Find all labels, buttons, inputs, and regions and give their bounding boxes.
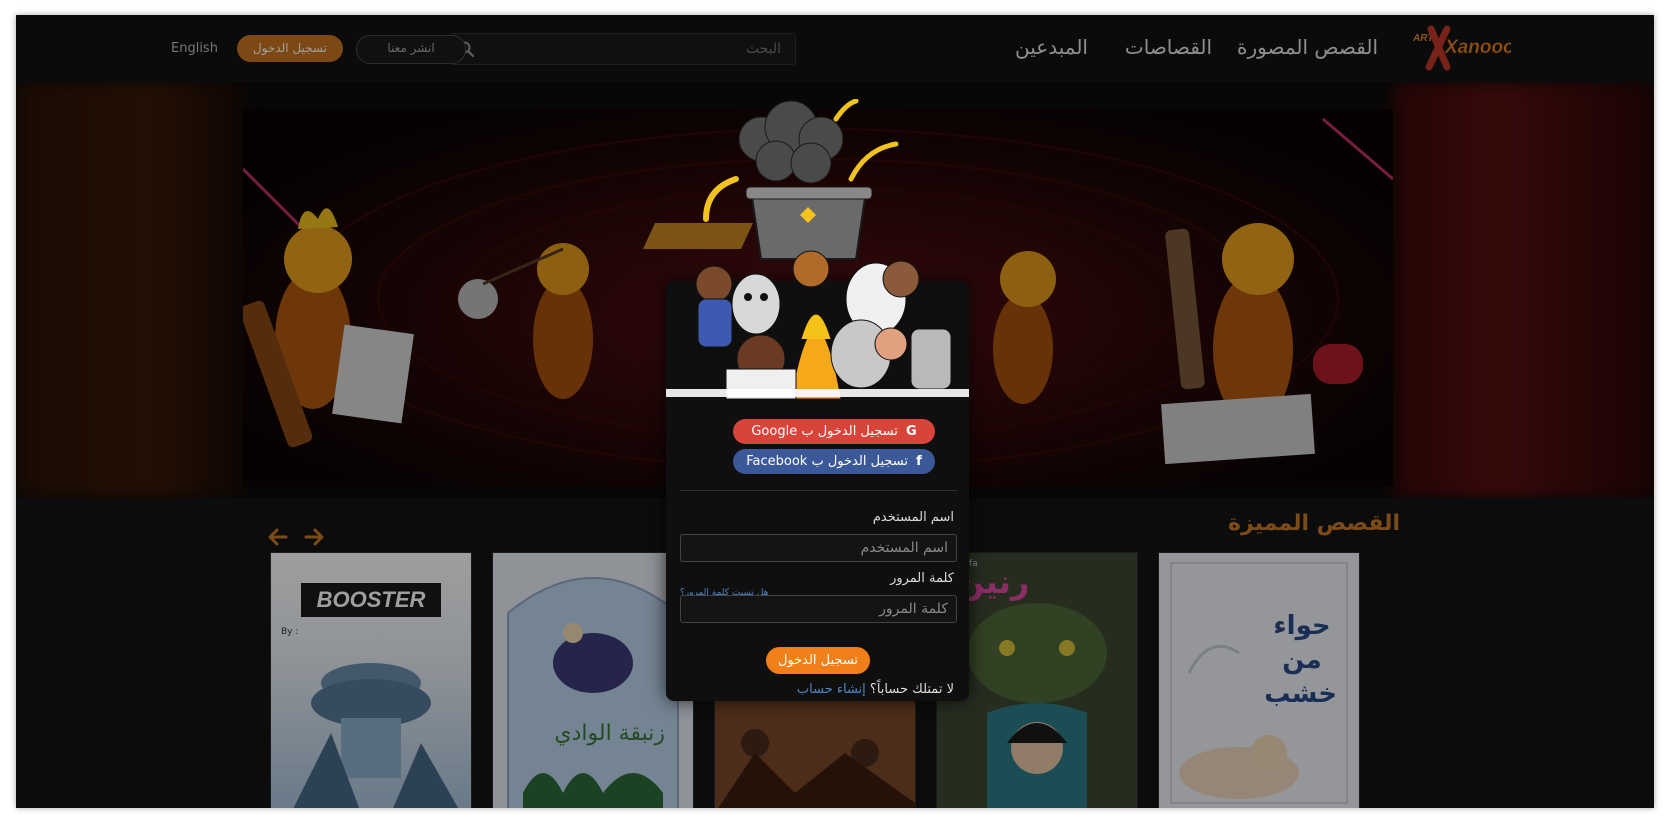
create-account-link[interactable]: إنشاء حساب [797, 682, 866, 697]
password-input[interactable] [680, 595, 957, 623]
login-submit-button[interactable]: تسجيل الدخول [766, 647, 870, 674]
mascots-illustration [666, 99, 969, 400]
facebook-icon: f [916, 454, 922, 469]
username-input[interactable] [680, 534, 957, 562]
no-account-text: لا تمتلك حساباً؟ [869, 682, 954, 697]
facebook-login-button[interactable]: f تسجيل الدخول ب Facebook [733, 449, 935, 474]
username-label: اسم المستخدم [872, 510, 954, 525]
password-label: كلمة المرور [890, 571, 954, 586]
google-login-label: تسجيل الدخول ب Google [751, 424, 898, 439]
modal-divider [680, 490, 957, 491]
browser-viewport: ART Xanooo القصص المصورة القصاصات المبدع… [16, 15, 1654, 808]
signup-row: لا تمتلك حساباً؟ إنشاء حساب [797, 682, 954, 697]
google-icon: G [905, 424, 917, 439]
facebook-login-label: تسجيل الدخول ب Facebook [746, 454, 908, 469]
google-login-button[interactable]: G تسجيل الدخول ب Google [733, 419, 935, 444]
